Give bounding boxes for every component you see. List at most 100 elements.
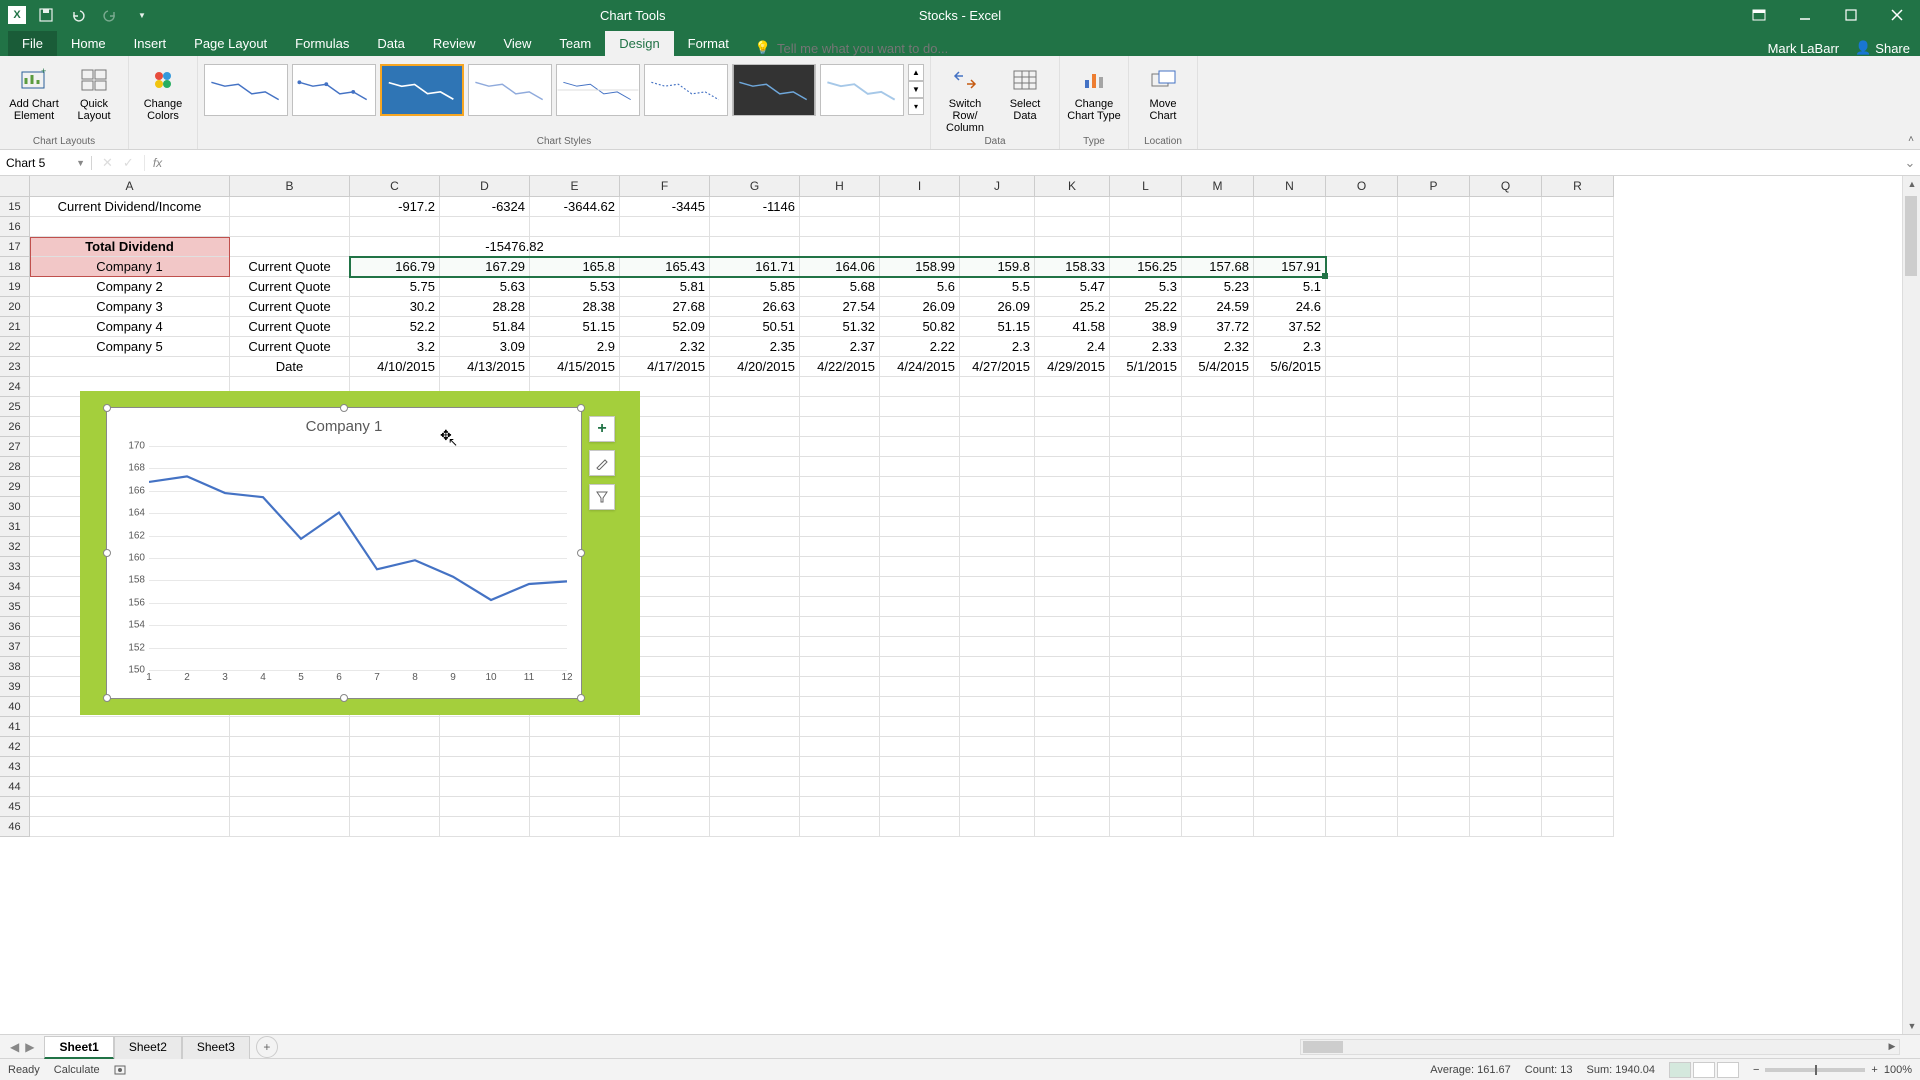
- cell[interactable]: [800, 577, 880, 597]
- cell[interactable]: [1398, 597, 1470, 617]
- cell[interactable]: [440, 817, 530, 837]
- cell[interactable]: 166.79: [350, 257, 440, 277]
- cell[interactable]: [1254, 237, 1326, 257]
- row-header[interactable]: 24: [0, 377, 30, 397]
- cell[interactable]: [1470, 377, 1542, 397]
- cell[interactable]: 2.33: [1110, 337, 1182, 357]
- cell[interactable]: [880, 497, 960, 517]
- cell[interactable]: [1542, 497, 1614, 517]
- cell[interactable]: -6324: [440, 197, 530, 217]
- cell[interactable]: [1542, 357, 1614, 377]
- chart-handle[interactable]: [577, 404, 585, 412]
- cell[interactable]: [1542, 577, 1614, 597]
- cell[interactable]: [710, 377, 800, 397]
- sheet-tab-sheet3[interactable]: Sheet3: [182, 1036, 250, 1059]
- cell[interactable]: 51.15: [960, 317, 1035, 337]
- cell[interactable]: [1470, 557, 1542, 577]
- select-all-corner[interactable]: [0, 176, 30, 197]
- cell[interactable]: [1110, 797, 1182, 817]
- cell[interactable]: [960, 577, 1035, 597]
- cell[interactable]: [960, 557, 1035, 577]
- add-chart-element-button[interactable]: + Add Chart Element: [6, 60, 62, 122]
- cell[interactable]: [960, 777, 1035, 797]
- cell[interactable]: [620, 737, 710, 757]
- cell[interactable]: [1470, 417, 1542, 437]
- row-header[interactable]: 25: [0, 397, 30, 417]
- cell[interactable]: [1182, 497, 1254, 517]
- cell[interactable]: [1182, 697, 1254, 717]
- zoom-slider[interactable]: [1765, 1068, 1865, 1072]
- cell[interactable]: Company 3: [30, 297, 230, 317]
- cell[interactable]: [1542, 617, 1614, 637]
- row-header[interactable]: 28: [0, 457, 30, 477]
- cell[interactable]: [1254, 457, 1326, 477]
- cell[interactable]: [880, 517, 960, 537]
- cell[interactable]: 5/6/2015: [1254, 357, 1326, 377]
- cell[interactable]: 50.82: [880, 317, 960, 337]
- cell[interactable]: [1110, 557, 1182, 577]
- cell[interactable]: 5/4/2015: [1182, 357, 1254, 377]
- cell[interactable]: [1326, 537, 1398, 557]
- cell[interactable]: [1035, 757, 1110, 777]
- cell[interactable]: Current Quote: [230, 297, 350, 317]
- chart-styles-gallery[interactable]: ▲ ▼ ▾: [204, 60, 924, 116]
- cell[interactable]: [30, 217, 230, 237]
- cell[interactable]: [530, 817, 620, 837]
- cell[interactable]: [710, 217, 800, 237]
- cell[interactable]: 5.6: [880, 277, 960, 297]
- cell[interactable]: [1035, 637, 1110, 657]
- cell[interactable]: [230, 197, 350, 217]
- formula-input[interactable]: [170, 156, 1900, 170]
- cell[interactable]: 5.68: [800, 277, 880, 297]
- cell[interactable]: [1110, 517, 1182, 537]
- zoom-in-button[interactable]: +: [1871, 1064, 1877, 1076]
- cell[interactable]: [1326, 297, 1398, 317]
- cell[interactable]: [1326, 477, 1398, 497]
- select-data-button[interactable]: Select Data: [997, 60, 1053, 122]
- cell[interactable]: [230, 797, 350, 817]
- chart-style-6[interactable]: [644, 64, 728, 116]
- hscroll-right-icon[interactable]: ▶: [1884, 1040, 1900, 1054]
- column-header[interactable]: N: [1254, 176, 1326, 197]
- tell-me-input[interactable]: [777, 41, 1017, 56]
- cell[interactable]: [1254, 677, 1326, 697]
- cell[interactable]: [1326, 717, 1398, 737]
- cell[interactable]: 52.2: [350, 317, 440, 337]
- cell[interactable]: [1182, 437, 1254, 457]
- cell[interactable]: [1398, 717, 1470, 737]
- cell[interactable]: [1470, 257, 1542, 277]
- cell[interactable]: [1254, 417, 1326, 437]
- cell[interactable]: [800, 637, 880, 657]
- cell[interactable]: 2.4: [1035, 337, 1110, 357]
- column-header[interactable]: L: [1110, 176, 1182, 197]
- cell[interactable]: [1470, 577, 1542, 597]
- cell[interactable]: [530, 717, 620, 737]
- cell[interactable]: [1398, 577, 1470, 597]
- cell[interactable]: [620, 217, 710, 237]
- cell[interactable]: [1542, 597, 1614, 617]
- cell[interactable]: 159.8: [960, 257, 1035, 277]
- cell[interactable]: [960, 417, 1035, 437]
- column-header[interactable]: K: [1035, 176, 1110, 197]
- cell[interactable]: [620, 717, 710, 737]
- cell[interactable]: [880, 197, 960, 217]
- cell[interactable]: [1035, 397, 1110, 417]
- cell[interactable]: [1182, 477, 1254, 497]
- cell[interactable]: [1470, 477, 1542, 497]
- cell[interactable]: [1182, 797, 1254, 817]
- cell[interactable]: [230, 737, 350, 757]
- cell[interactable]: [1470, 717, 1542, 737]
- cell[interactable]: [1470, 357, 1542, 377]
- column-header[interactable]: E: [530, 176, 620, 197]
- cell[interactable]: [1542, 437, 1614, 457]
- cell[interactable]: -1146: [710, 197, 800, 217]
- cell[interactable]: [1326, 457, 1398, 477]
- cell[interactable]: 27.54: [800, 297, 880, 317]
- cell[interactable]: [1035, 717, 1110, 737]
- cell[interactable]: [1398, 197, 1470, 217]
- cell[interactable]: [880, 397, 960, 417]
- chart-style-5[interactable]: [556, 64, 640, 116]
- cell[interactable]: [1398, 217, 1470, 237]
- cell[interactable]: [710, 417, 800, 437]
- cell[interactable]: [1542, 797, 1614, 817]
